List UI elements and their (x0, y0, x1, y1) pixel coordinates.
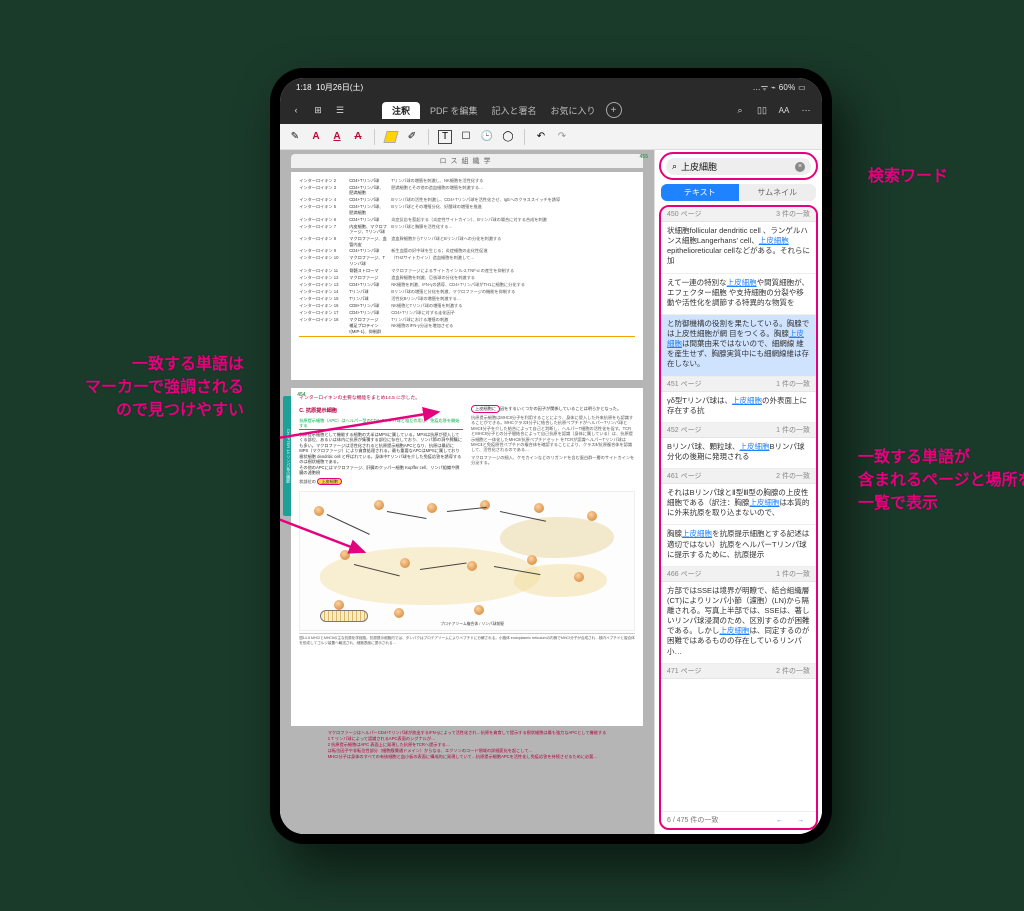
text-box-icon[interactable]: T (438, 130, 452, 144)
interleukin-row: インターロイキン 13CD4+Tリンパ球NK細胞を刺激、IFN-γの誘導、CD4… (299, 282, 635, 287)
search-icon: ⌕ (672, 161, 677, 172)
callout-left: 一致する単語は マーカーで強調される ので見つけやすい (64, 353, 244, 423)
search-button[interactable]: ⌕ (732, 102, 748, 118)
chapter-tab: CHAPTER 14 リンパ系の機能 (283, 396, 291, 516)
search-result-item[interactable]: と防御機構の役割を果たしている。胸腺では上皮性細胞が網 目をつくる。胸腺上皮細胞… (661, 315, 816, 377)
section-c-title: C. 抗原提示細胞 (299, 408, 463, 415)
status-time: 1:18 10月26日(土) (296, 82, 363, 93)
search-results-list[interactable]: 450 ページ3 件の一致状細胞follicular dendritic cel… (661, 207, 816, 811)
highlighted-term-1: 上皮細胞に (471, 405, 500, 412)
content-area: ロス組織学 インターロイキン 2CD4+Tリンパ球Tリンパ球の増殖を刺激し、NK… (280, 150, 822, 834)
bookmarks-button[interactable]: ▯▯ (754, 102, 770, 118)
text-tool-red-icon[interactable]: A (309, 130, 323, 144)
back-button[interactable]: ‹ (288, 102, 304, 118)
status-right: …ᯤ ⌁ 60% ▭ (753, 82, 806, 93)
sidebar-toggle-button[interactable]: ☰ (332, 102, 348, 118)
highlighter-tool-icon[interactable] (384, 130, 398, 144)
ipad-frame: 1:18 10月26日(土) …ᯤ ⌁ 60% ▭ ‹ ⊞ ☰ 注釈 PDF を… (270, 68, 832, 844)
annotation-toolbar: ✎ A A A ✐ T ☐ 🕒 ◯ ↶ ↷ (280, 124, 822, 150)
search-input-wrapper[interactable]: ⌕ 上皮細胞 × (666, 158, 811, 175)
interleukin-row: インターロイキン 8マクロファージ、血管内皮造血幹細胞からTリンパ球とBリンパ球… (299, 236, 635, 247)
result-header: 471 ページ2 件の一致 (661, 664, 816, 679)
stamp-tool-icon[interactable]: ◯ (501, 130, 515, 144)
seg-thumbnail[interactable]: サムネイル (739, 184, 817, 201)
interleukin-row: インターロイキン 5CD4+Tリンパ球、肥満細胞Bリンパ球とその増殖分化、好酸球… (299, 204, 635, 215)
interleukin-row: インターロイキン 2CD4+Tリンパ球Tリンパ球の増殖を刺激し、NK細胞を活性化… (299, 178, 635, 183)
search-results-highlight: 450 ページ3 件の一致状細胞follicular dendritic cel… (659, 205, 818, 830)
interleukin-row: インターロイキン 7内皮細胞、マクロファージ、Tリンパ球Bリンパ球と胸腺を活性化… (299, 224, 635, 235)
search-mode-segment[interactable]: テキスト サムネイル (661, 184, 816, 201)
search-result-item[interactable]: 状細胞follicular dendritic cell 、ランゲルハンス細胞L… (661, 222, 816, 274)
result-header: 452 ページ1 件の一致 (661, 423, 816, 438)
highlighted-term-2: 上皮細胞 (317, 478, 342, 485)
main-toolbar: ‹ ⊞ ☰ 注釈 PDF を編集 記入と署名 お気に入り + ⌕ ▯▯ AA ⋯ (280, 96, 822, 124)
interleukin-row: インターロイキン 12マクロファージ造血幹細胞を刺激、巨核球の分化を刺激する (299, 275, 635, 280)
strike-tool-icon[interactable]: A (351, 130, 365, 144)
search-result-item[interactable]: γδ型Tリンパ球は、上皮細胞の外表面上に存在する抗 (661, 392, 816, 423)
search-nav-arrows[interactable]: ← → (776, 817, 810, 824)
tab-favorites[interactable]: お気に入り (547, 104, 600, 117)
interleukin-row: 補足プロテインⅠ(MIP-1)、抑制群NK細胞のIFN-γ分泌を増加させる (299, 323, 635, 334)
drawing-tool-icon[interactable]: ✐ (405, 130, 419, 144)
interleukin-row: インターロイキン 10マクロファージ、Tリンパ球（TH2サイトカイン）造血細胞を… (299, 255, 635, 266)
search-result-item[interactable]: 方部ではSSEは境界が明瞭で、結合組織層(CT)によりリンパ小節（濾胞）(LN)… (661, 582, 816, 664)
document-viewer[interactable]: ロス組織学 インターロイキン 2CD4+Tリンパ球Tリンパ球の増殖を刺激し、NK… (280, 150, 654, 834)
callout-right: 一致する単語が 含まれるページと場所を 一覧で表示 (858, 446, 1022, 516)
underline-tool-icon[interactable]: A (330, 130, 344, 144)
search-result-item[interactable]: えて一連の特別な上皮細胞や間質細胞が、エフェクター細胞 や支持細胞の分裂や移動や… (661, 274, 816, 315)
interleukin-row: インターロイキン 4CD4+Tリンパ球Bリンパ球の活性を刺激し、CD4+Tリンパ… (299, 197, 635, 202)
add-tab-button[interactable]: + (606, 102, 622, 118)
audio-tool-icon[interactable]: 🕒 (480, 130, 494, 144)
tab-edit-pdf[interactable]: PDF を編集 (426, 104, 482, 117)
search-term: 上皮細胞 (681, 160, 791, 173)
interleukin-row: インターロイキン 15Tリンパ球活性化Bリンパ球の増殖を刺激する… (299, 296, 635, 301)
interleukin-row: インターロイキン 18マクロファージTリンパ球における増殖の刺激 (299, 317, 635, 322)
text-size-button[interactable]: AA (776, 102, 792, 118)
more-button[interactable]: ⋯ (798, 102, 814, 118)
pen-tool-icon[interactable]: ✎ (288, 130, 302, 144)
interleukin-row: インターロイキン 14Tリンパ球Bリンパ球の増殖と分化を刺激、マクロファージの機… (299, 289, 635, 294)
interleukin-row: インターロイキン 9CD4+Tリンパ球新生血管の好中球を生じる；炎症細胞の走化性… (299, 248, 635, 253)
search-result-item[interactable]: Bリンパ球、顆粒球、上皮細胞Bリンパ球分化の後期に発現される (661, 438, 816, 469)
figure-caption: 図14-5 MHCⅠとMHCⅡの主な抗原化学経路。抗原提示細胞内では、タンパクは… (299, 633, 635, 645)
search-result-item[interactable]: 胸腺上皮細胞を抗原提示細胞とする記述は適切ではない）抗原をヘルパーTリンパ球に提… (661, 525, 816, 566)
search-footer: 6 / 475 件の一致 ← → (661, 811, 816, 828)
interleukin-row: インターロイキン 16CD8+Tリンパ球NK細胞とTリンパ球の増殖を刺激する (299, 303, 635, 308)
undo-icon[interactable]: ↶ (534, 130, 548, 144)
interleukin-row: インターロイキン 6CD4+Tリンパ球炎症反応を惹起する（炎症性サイトカイン）、… (299, 217, 635, 222)
clear-search-icon[interactable]: × (795, 162, 805, 172)
ipad-screen: 1:18 10月26日(土) …ᯤ ⌁ 60% ▭ ‹ ⊞ ☰ 注釈 PDF を… (280, 78, 822, 834)
pdf-page-453[interactable]: インターロイキン 2CD4+Tリンパ球Tリンパ球の増殖を刺激し、NK細胞を活性化… (291, 172, 643, 380)
seg-text[interactable]: テキスト (661, 184, 739, 201)
search-panel: ⌕ 上皮細胞 × テキスト サムネイル 450 ページ3 件の一致状細胞foll… (654, 150, 822, 834)
result-header: 451 ページ1 件の一致 (661, 377, 816, 392)
search-box-highlight: ⌕ 上皮細胞 × (659, 152, 818, 180)
result-header: 466 ページ1 件の一致 (661, 567, 816, 582)
interleukin-row: インターロイキン 11骨髄ストローママクロファージによるサイトカイン IL-2,… (299, 268, 635, 273)
callout-top-right: 検索ワード (868, 165, 948, 188)
pdf-page-455[interactable]: 455 マクロファージはヘルパーCD4+Tリンパ球が放出するIFN-γによって活… (328, 730, 607, 760)
tab-annotate[interactable]: 注釈 (382, 102, 420, 119)
apc-diagram: プロテアソーム複合体 / リンパ球前駆 (299, 491, 635, 631)
note-tool-icon[interactable]: ☐ (459, 130, 473, 144)
result-header: 461 ページ2 件の一致 (661, 469, 816, 484)
result-header: 450 ページ3 件の一致 (661, 207, 816, 222)
grid-view-button[interactable]: ⊞ (310, 102, 326, 118)
redo-icon[interactable]: ↷ (555, 130, 569, 144)
interleukin-row: インターロイキン 17CD4+Tリンパ球CD4+Tリンパ球に対する走化因子 (299, 310, 635, 315)
tab-fill-sign[interactable]: 記入と署名 (488, 104, 541, 117)
document-tab-title[interactable]: ロス組織学 (291, 154, 643, 168)
pdf-page-454[interactable]: CHAPTER 14 リンパ系の機能 454 インターロイキンの主要な機能をまと… (291, 388, 643, 726)
interleukin-row: インターロイキン 3CD4+Tリンパ球、肥満細胞肥満細胞とその他の造血細胞の増殖… (299, 185, 635, 196)
status-bar: 1:18 10月26日(土) …ᯤ ⌁ 60% ▭ (280, 78, 822, 96)
search-result-item[interactable]: それはBリンパ球とⅡ型Ⅲ型の胸腺の上皮性細胞である（訳注：胸腺上皮細胞は本質的に… (661, 484, 816, 525)
